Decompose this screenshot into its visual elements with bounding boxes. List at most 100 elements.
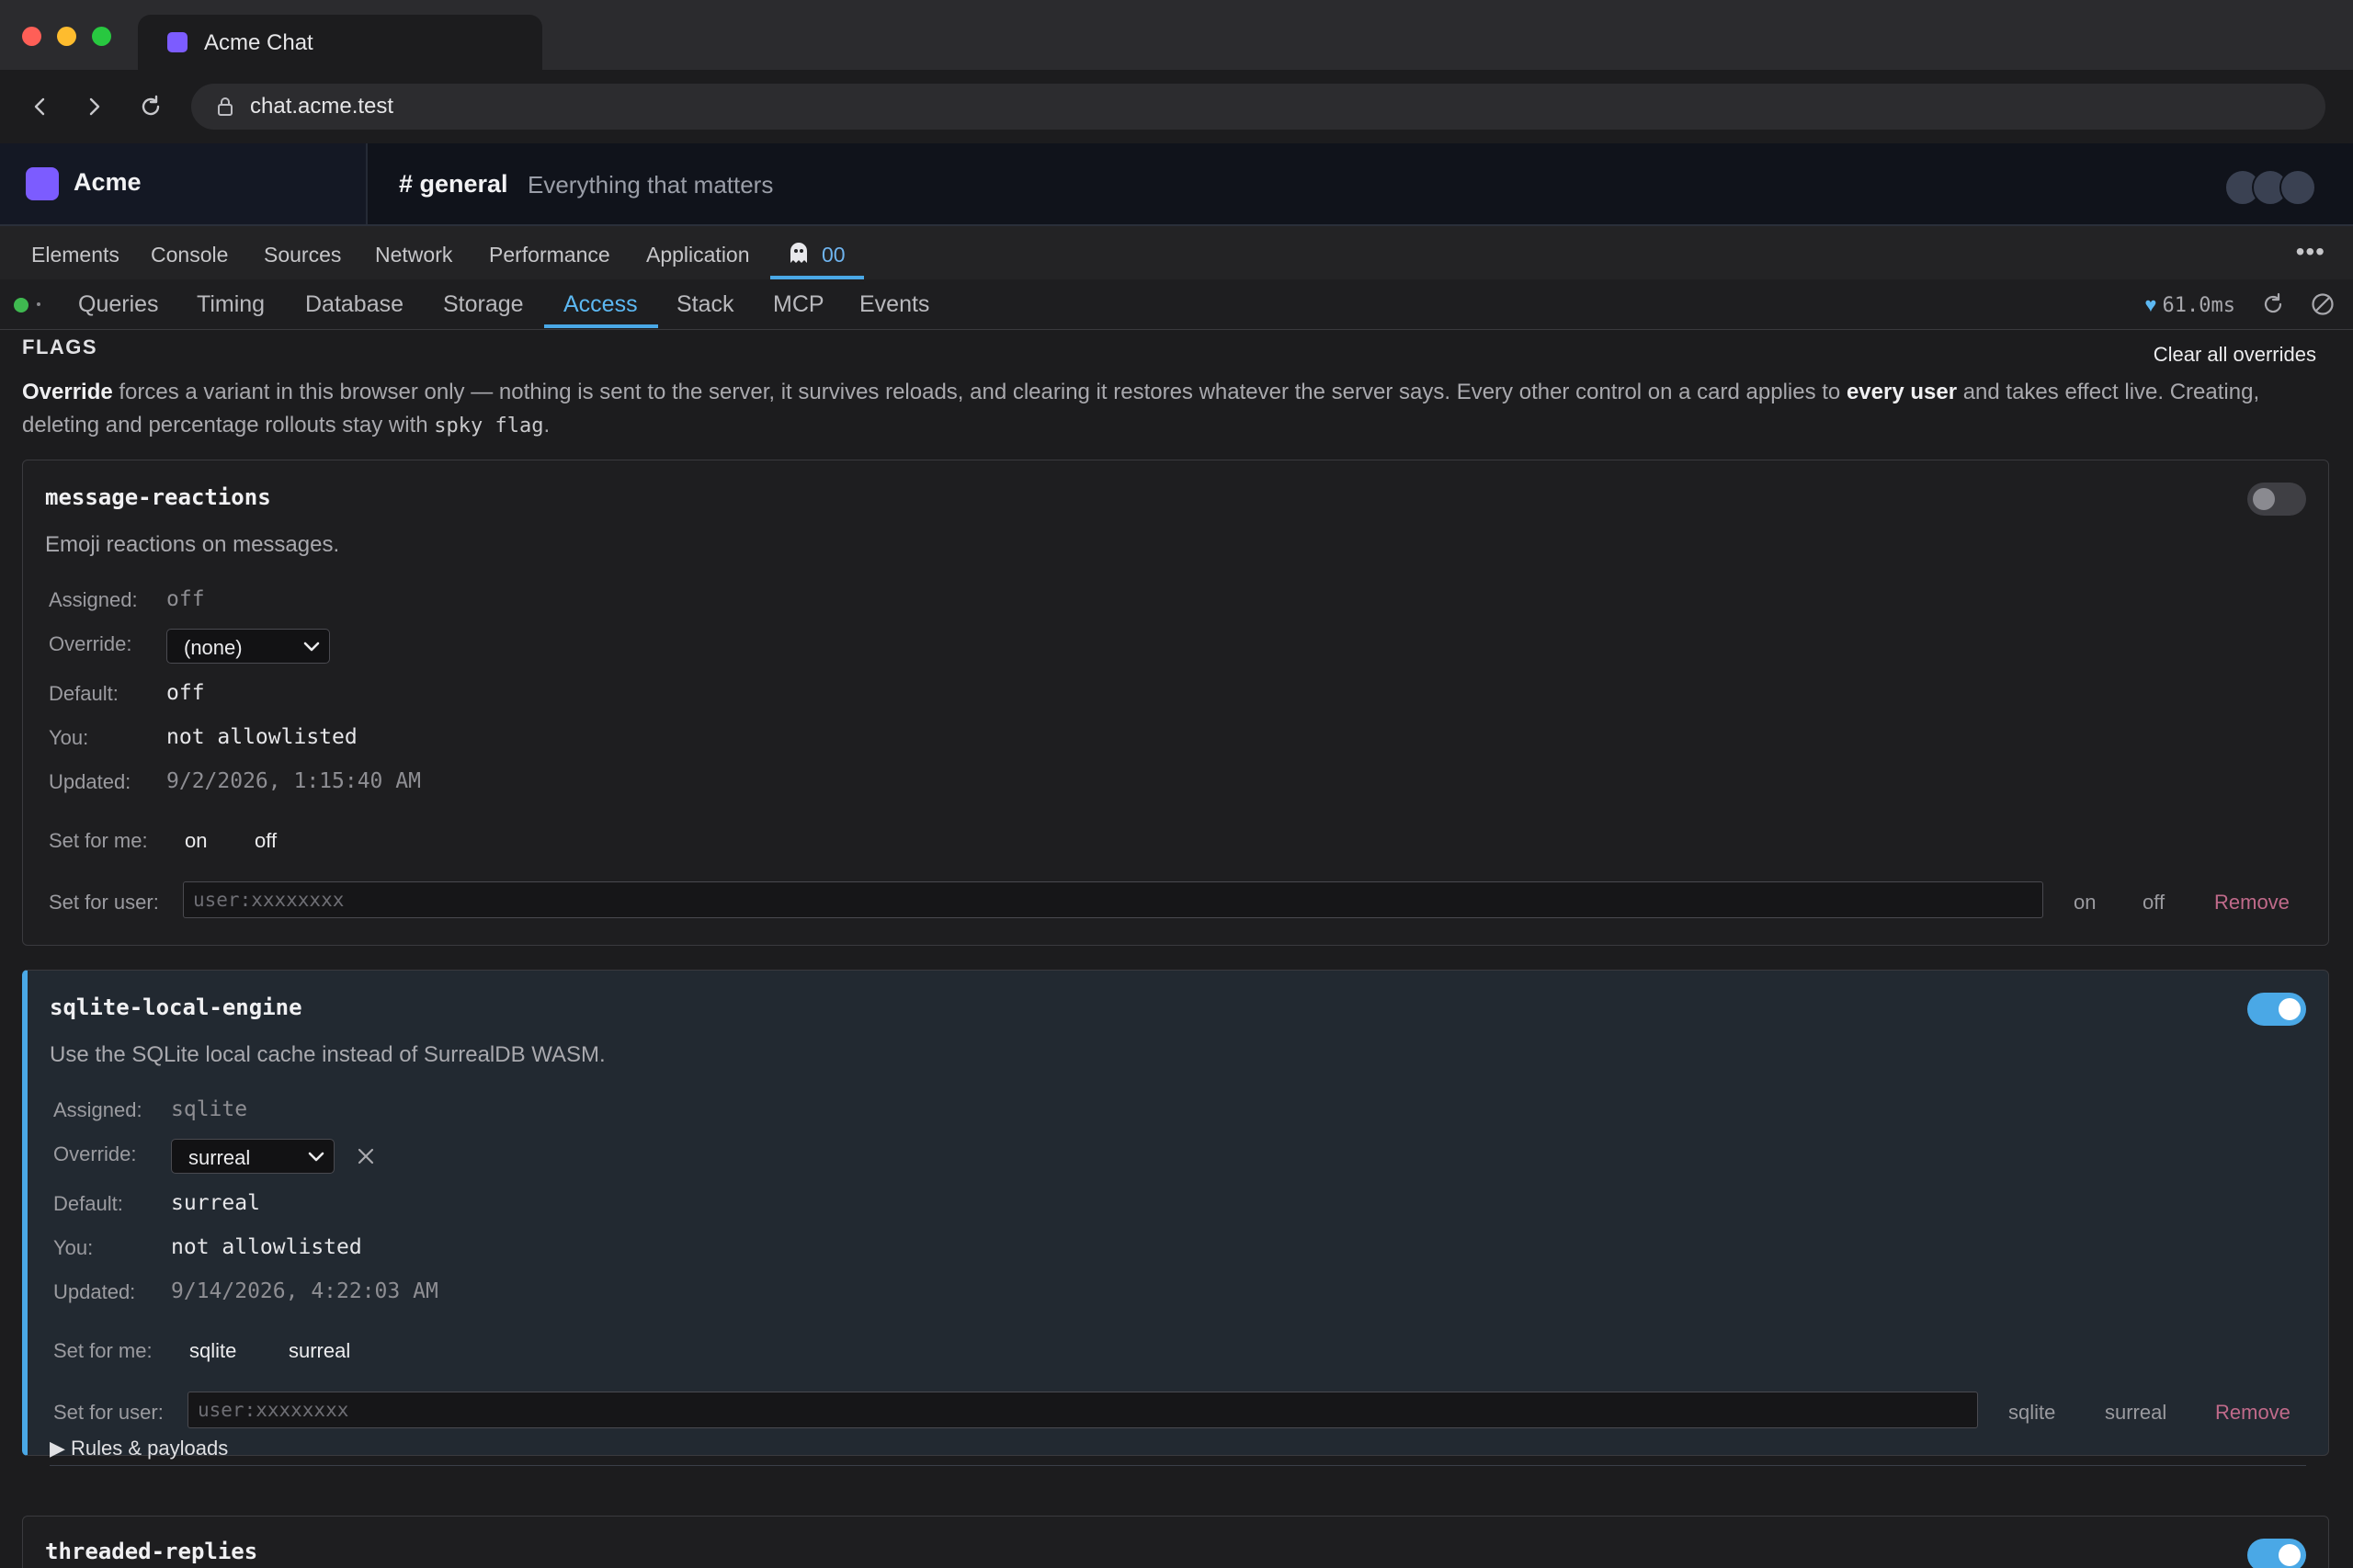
tab-network[interactable]: Network bbox=[375, 243, 452, 267]
set-for-me-label: Set for me: bbox=[53, 1339, 153, 1362]
tab-application[interactable]: Application bbox=[646, 243, 750, 267]
channel-name: # general bbox=[399, 170, 508, 198]
override-select[interactable]: (none) bbox=[166, 629, 330, 664]
you-label: You: bbox=[49, 726, 89, 749]
subtab-events[interactable]: Events bbox=[859, 291, 929, 318]
override-select[interactable]: surreal bbox=[171, 1139, 335, 1174]
tab-console[interactable]: Console bbox=[151, 243, 228, 267]
flag-enabled-toggle[interactable] bbox=[2247, 1539, 2306, 1568]
set-for-me-surreal-button[interactable]: surreal bbox=[289, 1339, 350, 1363]
clear-icon[interactable] bbox=[2310, 291, 2336, 317]
rules-payloads-disclosure[interactable]: ▶ Rules & payloads bbox=[50, 1437, 228, 1460]
toggle-knob bbox=[2253, 488, 2275, 510]
flags-description: Override forces a variant in this browse… bbox=[22, 376, 2329, 443]
remove-button[interactable]: Remove bbox=[2214, 891, 2290, 915]
address-bar[interactable]: chat.acme.test bbox=[191, 84, 2325, 130]
subtab-storage[interactable]: Storage bbox=[443, 291, 524, 318]
set-for-user-surreal-button[interactable]: surreal bbox=[2105, 1401, 2166, 1425]
status-dropdown-icon[interactable] bbox=[37, 302, 40, 306]
close-window-button[interactable] bbox=[22, 27, 41, 46]
subtab-access[interactable]: Access bbox=[563, 291, 638, 318]
user-id-input[interactable]: user:xxxxxxxx bbox=[183, 881, 2043, 918]
user-id-input[interactable]: user:xxxxxxxx bbox=[188, 1392, 1978, 1428]
workspace-logo bbox=[26, 167, 59, 200]
chevron-right-icon bbox=[89, 97, 100, 116]
updated-value: 9/2/2026, 1:15:40 AM bbox=[166, 769, 421, 793]
intro-bold-every-user: every user bbox=[1846, 380, 1958, 404]
chevron-left-icon bbox=[34, 97, 45, 116]
override-select-value: (none) bbox=[184, 636, 243, 659]
member-avatars[interactable] bbox=[2224, 169, 2316, 206]
subtab-database[interactable]: Database bbox=[305, 291, 404, 318]
timing-value: 61.0ms bbox=[2162, 294, 2235, 317]
you-value: not allowlisted bbox=[171, 1235, 362, 1259]
subtab-mcp[interactable]: MCP bbox=[773, 291, 824, 318]
connection-status-indicator[interactable] bbox=[14, 298, 28, 312]
updated-label: Updated: bbox=[49, 770, 131, 793]
toggle-knob bbox=[2279, 998, 2301, 1020]
override-label: Override: bbox=[49, 632, 132, 655]
extension-count: 00 bbox=[822, 243, 846, 267]
set-for-user-off-button[interactable]: off bbox=[2143, 891, 2165, 915]
tab-elements[interactable]: Elements bbox=[31, 243, 119, 267]
set-for-me-label: Set for me: bbox=[49, 829, 148, 852]
flag-enabled-toggle[interactable] bbox=[2247, 483, 2306, 516]
override-label: Override: bbox=[53, 1142, 137, 1165]
set-for-user-on-button[interactable]: on bbox=[2074, 891, 2096, 915]
set-for-me-off-button[interactable]: off bbox=[255, 829, 277, 853]
workspace-name: Acme bbox=[74, 168, 142, 196]
rules-label: Rules & payloads bbox=[71, 1437, 229, 1460]
maximize-window-button[interactable] bbox=[92, 27, 111, 46]
tab-performance[interactable]: Performance bbox=[489, 243, 610, 267]
back-button[interactable] bbox=[22, 88, 59, 125]
browser-tab-title: Acme Chat bbox=[204, 30, 313, 55]
workspace-switcher[interactable]: Acme bbox=[0, 143, 368, 224]
tab-sources[interactable]: Sources bbox=[264, 243, 341, 267]
more-icon[interactable]: ••• bbox=[2296, 237, 2325, 267]
active-subtab-indicator bbox=[544, 324, 658, 328]
default-value: surreal bbox=[171, 1191, 260, 1215]
subtab-stack[interactable]: Stack bbox=[676, 291, 734, 318]
favicon-icon bbox=[167, 32, 188, 52]
url-text: chat.acme.test bbox=[250, 94, 394, 119]
ghost-icon bbox=[790, 243, 807, 263]
avatar bbox=[2279, 169, 2316, 206]
clear-all-overrides-button[interactable]: Clear all overrides bbox=[2154, 343, 2316, 367]
set-for-me-sqlite-button[interactable]: sqlite bbox=[189, 1339, 236, 1363]
chevron-down-icon bbox=[303, 642, 320, 652]
minimize-window-button[interactable] bbox=[57, 27, 76, 46]
reload-button[interactable] bbox=[132, 88, 169, 125]
subtab-queries[interactable]: Queries bbox=[78, 291, 159, 318]
you-label: You: bbox=[53, 1236, 94, 1259]
browser-tab[interactable]: Acme Chat bbox=[138, 15, 542, 70]
updated-label: Updated: bbox=[53, 1280, 136, 1303]
tab-extension[interactable]: 00 bbox=[770, 226, 864, 279]
flag-card-threaded-replies: threaded-replies bbox=[22, 1516, 2329, 1568]
clear-override-icon[interactable] bbox=[355, 1145, 377, 1167]
refresh-icon[interactable] bbox=[2260, 291, 2286, 317]
flag-name: sqlite-local-engine bbox=[50, 994, 302, 1020]
flag-name: message-reactions bbox=[45, 484, 271, 510]
flag-card-sqlite-local-engine: sqlite-local-engine Use the SQLite local… bbox=[22, 970, 2329, 1466]
remove-button[interactable]: Remove bbox=[2215, 1401, 2290, 1425]
heart-icon: ♥ bbox=[2144, 293, 2157, 316]
intro-text-1: forces a variant in this browser only — … bbox=[112, 380, 1847, 404]
triangle-right-icon: ▶ bbox=[50, 1437, 72, 1460]
flag-description: Use the SQLite local cache instead of Su… bbox=[50, 1042, 606, 1067]
browser-toolbar: chat.acme.test bbox=[0, 70, 2353, 143]
set-for-user-sqlite-button[interactable]: sqlite bbox=[2008, 1401, 2055, 1425]
chevron-down-icon bbox=[308, 1152, 324, 1162]
forward-button[interactable] bbox=[75, 88, 112, 125]
default-value: off bbox=[166, 681, 205, 705]
browser-tabstrip: Acme Chat bbox=[0, 0, 2353, 70]
flags-panel: FLAGS Clear all overrides Override force… bbox=[0, 330, 2353, 1568]
channel-topic: Everything that matters bbox=[528, 171, 774, 199]
set-for-me-on-button[interactable]: on bbox=[185, 829, 207, 853]
flag-enabled-toggle[interactable] bbox=[2247, 993, 2306, 1026]
toggle-knob bbox=[2279, 1544, 2301, 1566]
section-title: FLAGS bbox=[22, 335, 98, 358]
default-label: Default: bbox=[53, 1192, 123, 1215]
default-label: Default: bbox=[49, 682, 119, 705]
subtab-timing[interactable]: Timing bbox=[197, 291, 265, 318]
assigned-value: sqlite bbox=[171, 1097, 248, 1121]
